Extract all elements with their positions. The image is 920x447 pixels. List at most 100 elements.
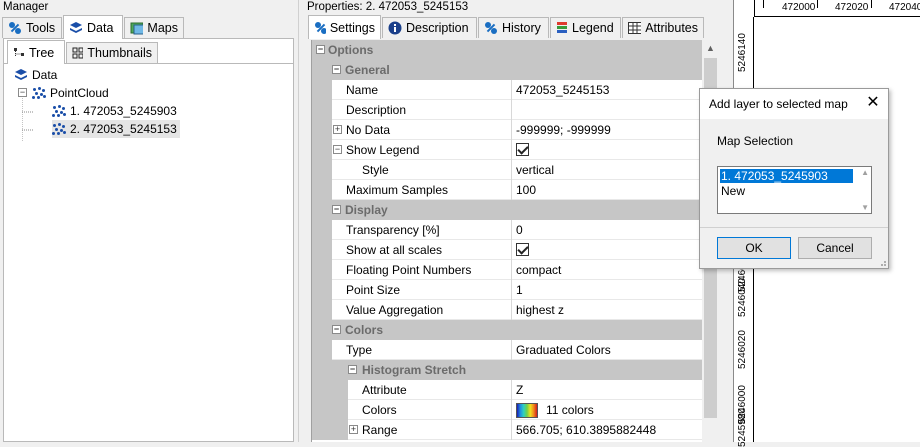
manager-title: Manager	[3, 1, 49, 13]
color-ramp-swatch[interactable]	[516, 402, 538, 418]
collapse-display-toggle[interactable]: −	[332, 205, 341, 214]
property-style-value[interactable]: vertical	[512, 160, 554, 180]
ruler-x-label: 472000	[782, 2, 816, 13]
tree-item-2[interactable]: 2. 472053_5245153	[52, 120, 180, 138]
property-showlegend-row[interactable]: − Show Legend	[312, 140, 702, 160]
property-pointsize-label: Point Size	[346, 283, 401, 297]
tab-tools[interactable]: Tools	[2, 17, 62, 38]
legend-icon	[557, 22, 567, 33]
collapse-pointcloud-toggle[interactable]: −	[18, 88, 27, 97]
property-name-row[interactable]: Name 472053_5245153	[312, 80, 702, 100]
tab-attributes[interactable]: Attributes	[622, 17, 704, 38]
tab-tools-label: Tools	[26, 21, 56, 35]
listbox-scroll-down-icon[interactable]: ▼	[861, 203, 869, 212]
property-aggregation-row[interactable]: Value Aggregation highest z	[312, 300, 702, 320]
tab-legend-label: Legend	[572, 21, 614, 35]
expand-nodata-toggle[interactable]: +	[333, 125, 342, 134]
show-legend-checkbox[interactable]	[516, 143, 529, 156]
property-transparency-label: Transparency [%]	[346, 223, 440, 237]
property-type-value[interactable]: Graduated Colors	[512, 340, 611, 360]
tree-item-1[interactable]: 1. 472053_5245903	[52, 102, 177, 120]
tree-item-1-label: 1. 472053_5245903	[70, 104, 177, 118]
listbox-scroll-up-icon[interactable]: ▲	[861, 168, 869, 177]
property-colors-row[interactable]: Colors 11 colors	[312, 400, 702, 420]
category-general[interactable]: − General	[312, 60, 702, 80]
collapse-showlegend-toggle[interactable]: −	[333, 145, 342, 154]
category-options[interactable]: − Options	[312, 40, 702, 60]
tab-thumbnails-label: Thumbnails	[87, 46, 152, 60]
tab-history-label: History	[502, 21, 541, 35]
table-icon	[628, 22, 642, 34]
map-option[interactable]: 1. 472053_5245903	[720, 169, 853, 183]
property-style-row[interactable]: Style vertical	[312, 160, 702, 180]
tab-thumbnails[interactable]: Thumbnails	[66, 42, 158, 63]
tab-settings-label: Settings	[329, 20, 375, 35]
tab-tree[interactable]: Tree	[7, 40, 65, 64]
property-attribute-value[interactable]: Z	[512, 380, 523, 400]
tab-data-label: Data	[87, 20, 114, 35]
property-maxsamples-value[interactable]: 100	[512, 180, 536, 200]
property-description-label: Description	[346, 103, 407, 117]
property-transparency-value[interactable]: 0	[512, 220, 523, 240]
tab-attributes-label: Attributes	[645, 21, 698, 35]
ruler-x: 472000 472020 472040	[754, 0, 920, 17]
expand-range-toggle[interactable]: +	[349, 425, 358, 434]
close-icon[interactable]: ✕	[866, 95, 880, 111]
tab-settings[interactable]: Settings	[308, 15, 381, 39]
ruler-y-label: 5245980	[737, 408, 748, 447]
property-showall-row[interactable]: Show at all scales	[312, 240, 702, 260]
property-pointsize-value[interactable]: 1	[512, 280, 523, 300]
property-nodata-value[interactable]: -999999; -999999	[512, 120, 611, 140]
property-floating-value[interactable]: compact	[512, 260, 561, 280]
tree-root-label: Data	[32, 68, 58, 82]
property-range-value[interactable]: 566.705; 610.3895882448	[512, 420, 656, 440]
property-range-row[interactable]: + Range 566.705; 610.3895882448	[312, 420, 702, 440]
collapse-options-toggle[interactable]: −	[316, 45, 325, 54]
tree-connector-lines	[22, 98, 34, 142]
category-colors[interactable]: − Colors	[312, 320, 702, 340]
property-aggregation-value[interactable]: highest z	[512, 300, 564, 320]
property-type-label: Type	[346, 343, 373, 357]
property-floating-row[interactable]: Floating Point Numbers compact	[312, 260, 702, 280]
properties-tabs: Settings Description History Legend Attr…	[304, 15, 725, 39]
collapse-colors-toggle[interactable]: −	[332, 325, 341, 334]
property-type-row[interactable]: Type Graduated Colors	[312, 340, 702, 360]
pointcloud-layer-icon	[52, 123, 66, 135]
tools-icon	[9, 22, 21, 34]
tab-data[interactable]: Data	[63, 15, 123, 39]
resize-grip-icon[interactable]	[877, 257, 887, 267]
ruler-y-label: 5246040	[737, 278, 748, 317]
tab-maps-label: Maps	[147, 21, 178, 35]
tree-root-data[interactable]: Data	[14, 66, 57, 84]
scroll-up-arrow-icon[interactable]: ▲	[702, 40, 719, 57]
maps-icon	[130, 22, 144, 35]
tree-icon	[14, 47, 24, 57]
property-name-value[interactable]: 472053_5245153	[512, 80, 609, 100]
property-nodata-row[interactable]: + No Data -999999; -999999	[312, 120, 702, 140]
ok-button[interactable]: OK	[717, 237, 791, 259]
category-histogram[interactable]: − Histogram Stretch	[312, 360, 702, 380]
tree-group-label: PointCloud	[50, 86, 109, 100]
tab-history[interactable]: History	[478, 17, 549, 38]
manager-tabs: Tools Data Maps	[0, 15, 298, 39]
category-histogram-label: Histogram Stretch	[362, 363, 467, 377]
category-display[interactable]: − Display	[312, 200, 702, 220]
property-transparency-row[interactable]: Transparency [%] 0	[312, 220, 702, 240]
collapse-histogram-toggle[interactable]: −	[348, 365, 357, 374]
tab-legend[interactable]: Legend	[550, 17, 621, 38]
show-all-scales-checkbox[interactable]	[516, 243, 529, 256]
collapse-general-toggle[interactable]: −	[332, 65, 341, 74]
layers-icon	[70, 21, 82, 33]
property-pointsize-row[interactable]: Point Size 1	[312, 280, 702, 300]
map-option[interactable]: New	[720, 184, 745, 198]
property-maxsamples-row[interactable]: Maximum Samples 100	[312, 180, 702, 200]
data-tab-body: Tree Thumbnails Data − PointCloud 1. 472…	[3, 38, 294, 442]
property-description-row[interactable]: Description	[312, 100, 702, 120]
map-selection-listbox[interactable]: 1. 472053_5245903 New ▲ ▼	[717, 166, 872, 214]
tab-description[interactable]: Description	[382, 17, 477, 38]
property-colors-label: Colors	[362, 403, 397, 417]
property-attribute-row[interactable]: Attribute Z	[312, 380, 702, 400]
cancel-button[interactable]: Cancel	[798, 237, 872, 259]
property-range-label: Range	[362, 423, 398, 437]
tab-maps[interactable]: Maps	[124, 17, 184, 38]
